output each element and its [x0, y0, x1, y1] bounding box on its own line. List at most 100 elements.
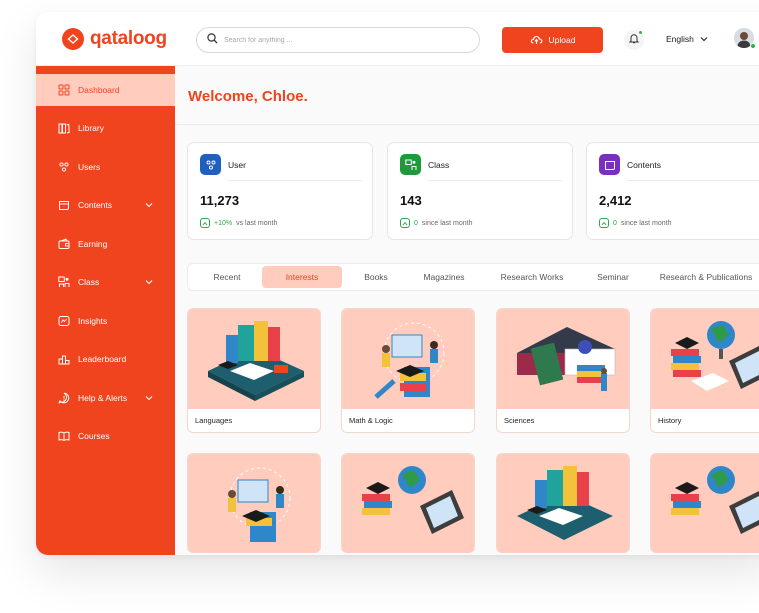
divider	[175, 124, 759, 125]
tab-research-works[interactable]: Research Works	[484, 266, 580, 288]
upload-button[interactable]: Upload	[502, 27, 603, 53]
search-input[interactable]	[224, 36, 464, 44]
sidebar-item-leaderboard[interactable]: Leaderboard	[36, 343, 175, 375]
stat-change: +10% vs last month	[200, 218, 277, 228]
stat-value: 143	[400, 193, 422, 208]
sidebar-item-label: Help & Alerts	[78, 393, 128, 403]
language-selector[interactable]: English	[666, 34, 708, 44]
stat-change: 0 since last month	[599, 218, 672, 228]
notifications-button[interactable]	[624, 30, 644, 50]
interest-card[interactable]	[341, 453, 475, 553]
sidebar-item-label: Library	[78, 123, 104, 133]
sciences-illustration	[497, 309, 629, 409]
welcome-heading: Welcome, Chloe.	[188, 88, 308, 105]
card-caption: Math & Logic	[349, 416, 393, 425]
trend-up-icon	[200, 218, 210, 228]
sidebar-item-label: Insights	[78, 316, 108, 326]
sidebar-item-help-alerts[interactable]: Help & Alerts	[36, 382, 175, 414]
courses-icon	[58, 430, 70, 442]
tab-interests[interactable]: Interests	[262, 266, 342, 288]
tab-research-publications[interactable]: Research & Publications	[646, 266, 759, 288]
library-icon	[58, 122, 70, 134]
interest-card[interactable]	[496, 453, 630, 553]
sidebar-item-insights[interactable]: Insights	[36, 305, 175, 337]
upload-label: Upload	[548, 35, 576, 45]
logo-text: qataloog	[90, 28, 167, 49]
users-icon	[58, 161, 70, 173]
stat-card-user[interactable]: User 11,273 +10% vs last month	[187, 142, 373, 240]
upload-cloud-icon	[530, 34, 543, 47]
online-status-dot	[750, 43, 756, 49]
sidebar-item-users[interactable]: Users	[36, 151, 175, 183]
logo-mark-icon	[62, 28, 84, 50]
stat-change-value: 0	[613, 219, 617, 227]
sidebar-item-label: Earning	[78, 239, 108, 249]
languages-illustration	[497, 454, 629, 553]
divider	[428, 180, 562, 181]
math-logic-illustration	[188, 454, 320, 553]
class-stat-icon	[400, 154, 421, 175]
stat-card-class[interactable]: Class 143 0 since last month	[387, 142, 573, 240]
trend-up-icon	[400, 218, 410, 228]
chevron-down-icon	[145, 200, 153, 210]
history-illustration	[651, 309, 759, 409]
card-caption: Languages	[195, 416, 233, 425]
sidebar-item-courses[interactable]: Courses	[36, 420, 175, 452]
sidebar-item-label: Class	[78, 277, 100, 287]
interest-card-languages[interactable]: Languages	[187, 308, 321, 433]
card-caption: Sciences	[504, 416, 535, 425]
content-tabs: Recent Interests Books Magazines Researc…	[187, 263, 759, 291]
language-label: English	[666, 34, 694, 44]
math-logic-illustration	[342, 309, 474, 409]
sidebar-item-class[interactable]: Class	[36, 266, 175, 298]
help-icon	[58, 392, 70, 404]
interest-card-math-logic[interactable]: Math & Logic	[341, 308, 475, 433]
stat-label: User	[228, 160, 246, 170]
class-icon	[58, 276, 70, 288]
history-illustration	[342, 454, 474, 553]
languages-illustration	[188, 309, 320, 409]
sidebar-item-library[interactable]: Library	[36, 112, 175, 144]
logo[interactable]: qataloog	[62, 28, 167, 50]
sidebar-item-contents[interactable]: Contents	[36, 189, 175, 221]
stat-change: 0 since last month	[400, 218, 473, 228]
sidebar-item-dashboard[interactable]: Dashboard	[36, 74, 175, 106]
chevron-down-icon	[145, 393, 153, 403]
leaderboard-icon	[58, 353, 70, 365]
sidebar-item-earning[interactable]: Earning	[36, 228, 175, 260]
sidebar-item-label: Dashboard	[78, 85, 120, 95]
stat-change-value: 0	[414, 219, 418, 227]
trend-up-icon	[599, 218, 609, 228]
tab-magazines[interactable]: Magazines	[410, 266, 478, 288]
interest-card-history[interactable]: History	[650, 308, 759, 433]
sidebar-item-label: Users	[78, 162, 101, 172]
stat-change-text: vs last month	[236, 219, 278, 227]
sidebar: Dashboard Library Users Contents Earning…	[36, 66, 175, 555]
tab-seminar[interactable]: Seminar	[586, 266, 640, 288]
interest-card[interactable]	[187, 453, 321, 553]
interest-card-sciences[interactable]: Sciences	[496, 308, 630, 433]
tab-books[interactable]: Books	[348, 266, 404, 288]
interest-card[interactable]	[650, 453, 759, 553]
stat-change-value: +10%	[214, 219, 233, 227]
divider	[228, 180, 362, 181]
top-bar: qataloog Upload English	[36, 12, 759, 66]
card-caption: History	[658, 416, 682, 425]
contents-icon	[58, 199, 70, 211]
contents-stat-icon	[599, 154, 620, 175]
search-icon	[207, 31, 218, 49]
wallet-icon	[58, 238, 70, 250]
stat-card-contents[interactable]: Contents 2,412 0 since last month	[586, 142, 759, 240]
app-window: qataloog Upload English	[36, 12, 759, 555]
history-illustration	[651, 454, 759, 553]
divider	[627, 180, 759, 181]
search-bar[interactable]	[196, 27, 480, 53]
stat-label: Class	[428, 160, 450, 170]
stat-value: 11,273	[200, 193, 240, 208]
chevron-down-icon	[700, 34, 708, 44]
stat-change-text: since last month	[421, 219, 473, 227]
insights-icon	[58, 315, 70, 327]
tab-recent[interactable]: Recent	[194, 266, 260, 288]
chevron-down-icon	[145, 277, 153, 287]
stat-change-text: since last month	[620, 219, 672, 227]
